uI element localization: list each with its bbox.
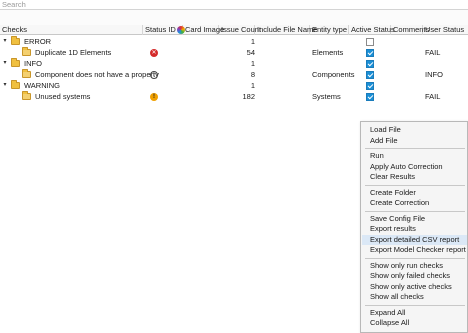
issue-count: 1: [250, 37, 255, 46]
issue-count: 182: [242, 92, 255, 101]
folder-icon: [22, 69, 31, 78]
table-row[interactable]: Duplicate 1D Elements ✕ 54 Elements FAIL: [0, 47, 468, 58]
menu-item-collapse-all[interactable]: Collapse All: [362, 318, 467, 329]
folder-icon: [22, 91, 31, 100]
menu-separator: [365, 148, 465, 149]
check-label: Duplicate 1D Elements: [35, 48, 112, 57]
entity-type: Components: [312, 70, 355, 79]
menu-item-apply-auto-correction[interactable]: Apply Auto Correction: [362, 162, 467, 173]
folder-label: INFO: [24, 59, 42, 68]
table-row[interactable]: ▾ WARNING 1: [0, 80, 468, 91]
table-header: Checks Status ID Card Image Issue Count …: [0, 25, 468, 35]
search-input[interactable]: [0, 0, 468, 9]
folder-icon: [11, 80, 20, 89]
check-label: Unused systems: [35, 92, 91, 101]
folder-icon: [22, 47, 31, 56]
issue-count: 8: [250, 70, 255, 79]
menu-item-clear-results[interactable]: Clear Results: [362, 172, 467, 183]
menu-item-export-model-checker-report[interactable]: Export Model Checker report: [362, 245, 467, 256]
user-status: FAIL: [425, 92, 441, 101]
menu-item-add-file[interactable]: Add File: [362, 136, 467, 147]
column-header-issue-count[interactable]: Issue Count: [219, 25, 261, 35]
issue-count: 1: [250, 59, 255, 68]
expand-arrow-icon[interactable]: ▾: [2, 36, 8, 47]
folder-label: WARNING: [24, 81, 60, 90]
warning-icon: !: [150, 93, 158, 101]
folder-label: ERROR: [24, 37, 52, 46]
table-row[interactable]: Unused systems ! 182 Systems FAIL: [0, 91, 468, 102]
error-icon: ✕: [150, 49, 158, 57]
user-status: INFO: [425, 70, 443, 79]
expand-arrow-icon[interactable]: ▾: [2, 58, 8, 69]
toolbar-gap: [0, 10, 468, 25]
menu-item-export-results[interactable]: Export results: [362, 224, 467, 235]
table-row[interactable]: ▾ INFO 1: [0, 58, 468, 69]
info-icon: i: [150, 71, 158, 79]
table-row[interactable]: Component does not have a property i 8 C…: [0, 69, 468, 80]
folder-icon: [11, 58, 20, 67]
menu-item-show-only-active-checks[interactable]: Show only active checks: [362, 282, 467, 293]
entity-type: Systems: [312, 92, 341, 101]
active-checkbox[interactable]: [366, 93, 374, 101]
search-bar: [0, 0, 468, 10]
expand-arrow-icon[interactable]: ▾: [2, 80, 8, 91]
active-checkbox[interactable]: [366, 60, 374, 68]
column-header-status-id[interactable]: Status ID: [143, 25, 185, 35]
menu-separator: [365, 210, 465, 212]
column-header-comments[interactable]: Comments: [391, 25, 429, 35]
active-checkbox[interactable]: [366, 82, 374, 90]
menu-separator: [365, 184, 465, 186]
entity-type: Elements: [312, 48, 344, 57]
menu-separator: [365, 257, 465, 259]
menu-item-show-all-checks[interactable]: Show all checks: [362, 292, 467, 303]
menu-item-show-only-run-checks[interactable]: Show only run checks: [362, 261, 467, 272]
column-header-checks[interactable]: Checks: [0, 25, 143, 35]
active-checkbox[interactable]: [366, 38, 374, 46]
menu-item-expand-all[interactable]: Expand All: [362, 308, 467, 319]
folder-icon: [11, 36, 20, 45]
menu-item-create-folder[interactable]: Create Folder: [362, 188, 467, 199]
column-header-entity-type[interactable]: Entity type: [310, 25, 349, 35]
menu-item-save-config-file[interactable]: Save Config File: [362, 214, 467, 225]
table-row[interactable]: ▾ ERROR 1: [0, 36, 468, 47]
menu-separator: [365, 304, 465, 306]
column-header-include-file-name[interactable]: Include File Name: [255, 25, 317, 35]
active-checkbox[interactable]: [366, 71, 374, 79]
column-header-card-image[interactable]: Card Image: [183, 25, 224, 35]
menu-item-show-only-failed-checks[interactable]: Show only failed checks: [362, 271, 467, 282]
issue-count: 1: [250, 81, 255, 90]
check-label: Component does not have a property: [35, 70, 159, 79]
column-header-status-id-label: Status ID: [145, 25, 176, 34]
column-header-user-status[interactable]: User Status: [423, 25, 468, 35]
user-status: FAIL: [425, 48, 441, 57]
issue-count: 54: [246, 48, 255, 57]
column-header-active-status[interactable]: Active Status: [349, 25, 395, 35]
menu-item-run[interactable]: Run: [362, 151, 467, 162]
menu-item-export-detailed-csv-report[interactable]: Export detailed CSV report: [362, 234, 467, 245]
active-checkbox[interactable]: [366, 49, 374, 57]
menu-item-create-correction[interactable]: Create Correction: [362, 198, 467, 209]
menu-item-load-file[interactable]: Load File: [362, 125, 467, 136]
context-menu: Load File Add File Run Apply Auto Correc…: [360, 121, 468, 333]
